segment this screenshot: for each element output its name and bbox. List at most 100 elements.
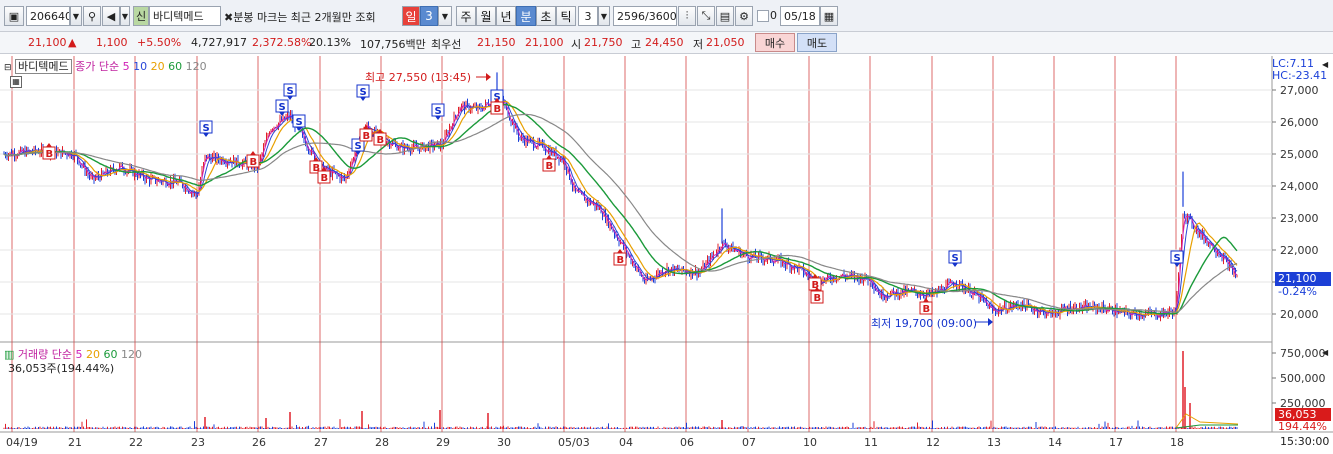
day-count-dropdown[interactable]: ▼: [438, 6, 452, 26]
price-panel-scroll-icon[interactable]: ◀: [1322, 60, 1328, 69]
buy-button[interactable]: 매수: [755, 33, 795, 52]
date-label: 29: [436, 436, 450, 449]
sell-signal-letter: S: [952, 253, 959, 264]
stock-name-field[interactable]: 바디텍메드: [149, 6, 221, 26]
search-icon[interactable]: ⚲: [83, 6, 101, 26]
high-annotation: 최고 27,550 (13:45): [365, 71, 472, 84]
price-tick-label: 24,000: [1280, 180, 1319, 193]
date-input[interactable]: 05/18: [780, 6, 820, 26]
buy-signal-letter: B: [494, 104, 502, 115]
date-label: 21: [68, 436, 82, 449]
period-week-button[interactable]: 주: [456, 6, 476, 26]
sell-signal-letter: S: [435, 106, 442, 117]
low-annotation: 최저 19,700 (09:00): [871, 317, 978, 330]
ma10-label: 10: [133, 60, 148, 73]
period-tick-button[interactable]: 틱: [556, 6, 576, 26]
credit-badge: 신: [133, 6, 149, 26]
price-tick-label: 26,000: [1280, 116, 1319, 129]
date-label: 12: [926, 436, 940, 449]
ma5-label: 5: [122, 60, 130, 73]
buy-signal-letter: B: [46, 149, 54, 160]
sell-button[interactable]: 매도: [797, 33, 837, 52]
ma120-label: 120: [185, 60, 207, 73]
sell-signal-letter: S: [360, 87, 367, 98]
trend-tool-icon[interactable]: ⤡: [697, 6, 715, 26]
hc-label: HC:-23.41: [1272, 69, 1328, 82]
price-panel-legend: ⊟ 바디텍메드 종가 단순 5 10 20 60 120: [4, 58, 207, 74]
volume-value-note: 36,053주(194.44%): [8, 362, 115, 375]
up-arrow-icon: ▲: [68, 36, 77, 49]
date-label: 04/19: [6, 436, 38, 449]
notice-icon: ✖: [224, 11, 234, 24]
buy-signal-letter: B: [250, 157, 258, 168]
speaker-dropdown[interactable]: ▼: [120, 6, 130, 26]
buy-signal-letter: B: [617, 255, 625, 266]
price-tick-label: 27,000: [1280, 84, 1319, 97]
turnover-rate: 20.13%: [309, 36, 351, 49]
date-label: 10: [803, 436, 817, 449]
best-bid-label: 최우선: [431, 38, 462, 51]
open-price: 21,750: [584, 36, 623, 49]
date-label: 05/03: [558, 436, 590, 449]
sell-signal-letter: S: [287, 86, 294, 97]
chart-options-icon[interactable]: ⊟: [4, 63, 12, 73]
date-label: 27: [314, 436, 328, 449]
buy-signal-letter: B: [321, 173, 329, 184]
code-dropdown-arrow[interactable]: ▼: [70, 6, 82, 26]
price-tick-label: 22,000: [1280, 244, 1319, 257]
sell-signal-letter: S: [296, 117, 303, 128]
price-tick-label: 25,000: [1280, 148, 1319, 161]
volume-panel-scroll-icon[interactable]: ◀: [1322, 348, 1328, 357]
time-label: 15:30:00: [1280, 435, 1330, 448]
calendar-icon[interactable]: ▦: [820, 6, 838, 26]
chart-area[interactable]: SSSSSSSSSSBBBBBBBBBBBB 27,000 26,000 25,00…: [0, 56, 1333, 454]
buy-signal-letter: B: [814, 293, 822, 304]
notice-text: ✖분봉 마크는 최근 2개월만 조회: [224, 11, 376, 24]
date-checkbox[interactable]: [757, 10, 769, 22]
period-year-button[interactable]: 년: [496, 6, 516, 26]
volume-ratio: 2,372.58%: [252, 36, 312, 49]
save-icon[interactable]: ▤: [716, 6, 734, 26]
period-second-button[interactable]: 초: [536, 6, 556, 26]
date-label: 26: [252, 436, 266, 449]
count-field[interactable]: 2596/3600: [613, 6, 677, 26]
date-label: 17: [1109, 436, 1123, 449]
chart-canvas[interactable]: SSSSSSSSS SBBBBB BBBBBBB 27,00026,00025,00…: [0, 56, 1333, 454]
period-day-count[interactable]: 3: [420, 6, 438, 26]
period-minute-button[interactable]: 분: [516, 6, 536, 26]
date-label: 28: [375, 436, 389, 449]
candle-tool-icon[interactable]: ⫶: [678, 6, 696, 26]
date-label: 07: [742, 436, 756, 449]
period-month-button[interactable]: 월: [476, 6, 496, 26]
high-label: 고: [631, 38, 642, 51]
ma60-label: 60: [168, 60, 183, 73]
main-toolbar: ▣ 206640 ▼ ⚲ ◀ ▼ 신 바디텍메드 ✖분봉 마크는 최근 2개월만…: [0, 0, 1333, 32]
ma-legend-label: 종가 단순: [75, 60, 120, 73]
date-label: 23: [191, 436, 205, 449]
interval-select[interactable]: 3: [578, 6, 598, 26]
price-panel-title[interactable]: 바디텍메드: [15, 59, 72, 74]
ma20-label: 20: [150, 60, 165, 73]
settings-gear-icon[interactable]: ⚙: [735, 6, 753, 26]
stock-code-input[interactable]: 206640: [26, 6, 70, 26]
date-label: 06: [680, 436, 694, 449]
trade-amount: 107,756백만: [360, 38, 426, 51]
price-tick-label: 23,000: [1280, 212, 1319, 225]
price-change: 1,100: [96, 36, 128, 49]
sell-signal-letter: S: [355, 141, 362, 152]
interval-dropdown[interactable]: ▼: [598, 6, 610, 26]
price-tick-label: 20,000: [1280, 308, 1319, 321]
low-price: 21,050: [706, 36, 745, 49]
grid-toggle-icon[interactable]: ▦: [10, 76, 22, 88]
date-label: 13: [987, 436, 1001, 449]
volume-pct-label: 194.44%: [1278, 420, 1327, 433]
period-day-button[interactable]: 일: [402, 6, 420, 26]
window-menu-icon[interactable]: ▣: [4, 6, 24, 26]
volume-value: 4,727,917: [191, 36, 247, 49]
speaker-icon[interactable]: ◀: [102, 6, 120, 26]
date-label: 14: [1048, 436, 1062, 449]
date-label: 11: [864, 436, 878, 449]
price-change-pct: +5.50%: [137, 36, 182, 49]
buy-signal-letter: B: [363, 131, 371, 142]
date-label: 22: [129, 436, 143, 449]
